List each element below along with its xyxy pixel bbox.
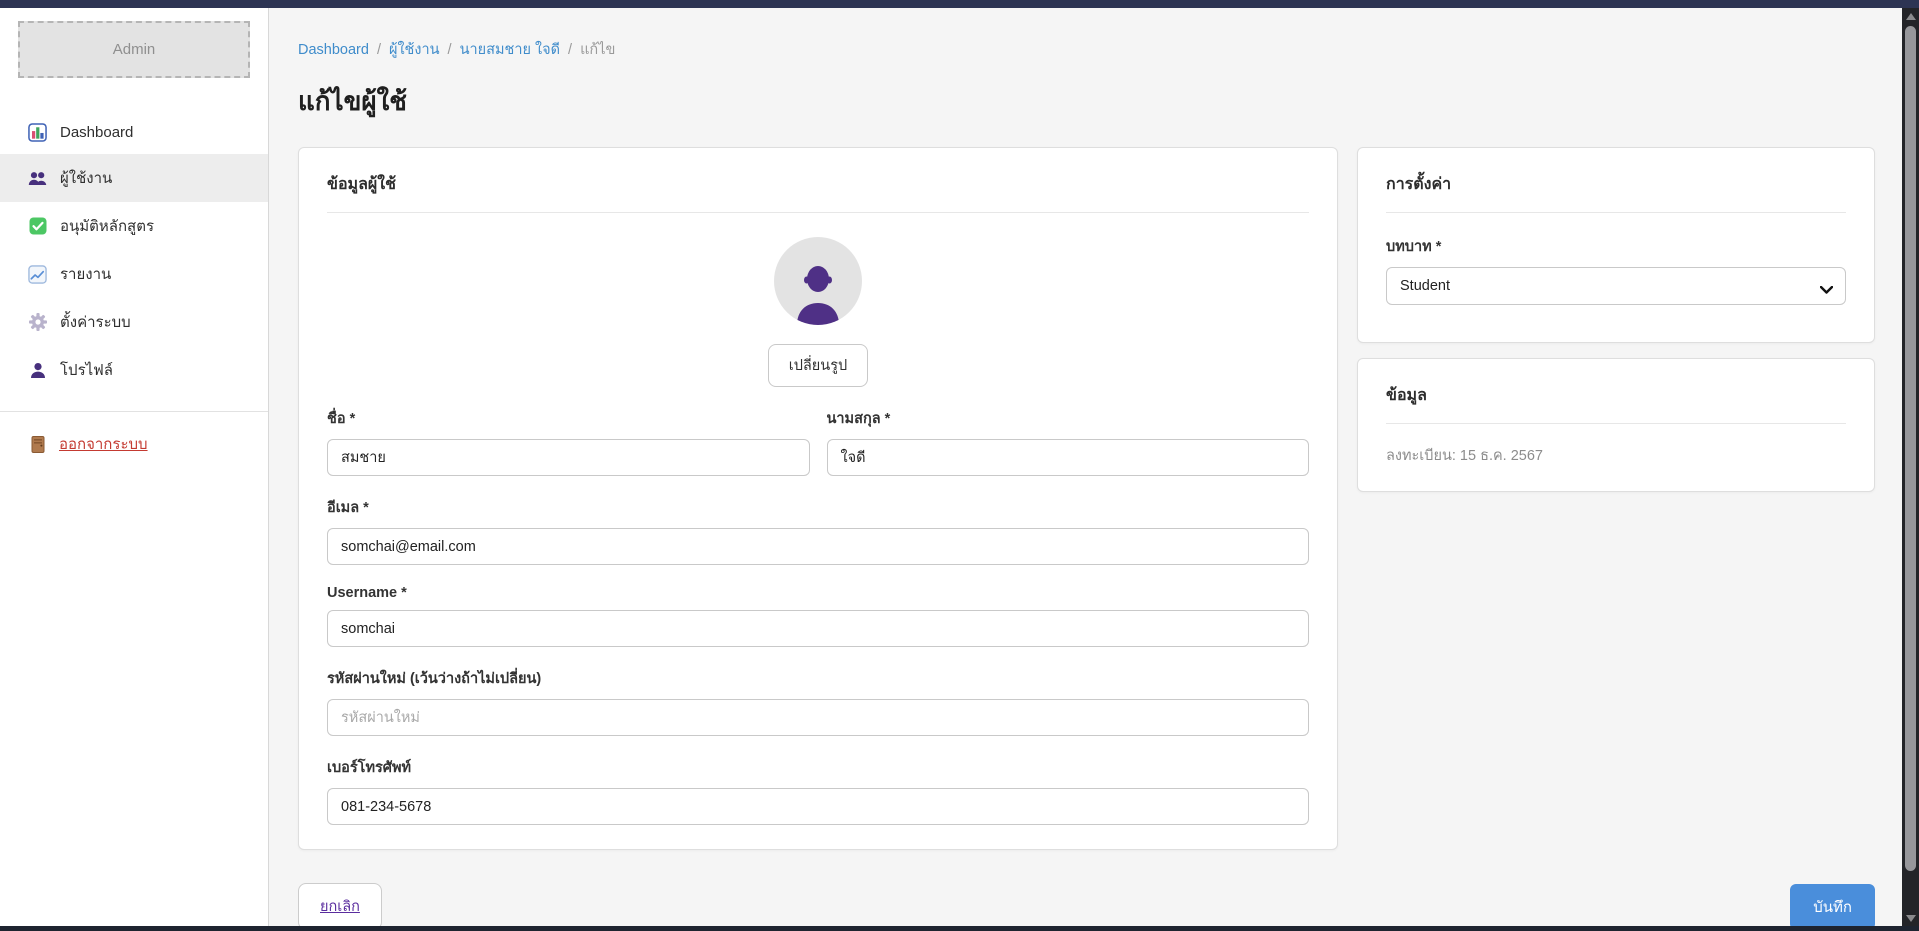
window-top-bar bbox=[0, 0, 1919, 8]
email-field-group: อีเมล * bbox=[327, 496, 1309, 565]
check-icon bbox=[28, 217, 47, 236]
person-icon bbox=[28, 361, 47, 380]
content-grid: ข้อมูลผู้ใช้ เปลี่ยนรูป bbox=[298, 147, 1875, 850]
sidebar-item-label: Dashboard bbox=[60, 124, 133, 141]
page-title: แก้ไขผู้ใช้ bbox=[298, 81, 1875, 122]
email-input[interactable] bbox=[327, 528, 1309, 565]
last-name-field-group: นามสกุล * bbox=[827, 387, 1310, 476]
vertical-scrollbar[interactable] bbox=[1902, 8, 1919, 926]
person-silhouette-icon bbox=[795, 263, 841, 325]
avatar bbox=[774, 237, 862, 325]
role-field-group: บทบาท * Student bbox=[1386, 235, 1846, 305]
change-photo-button[interactable]: เปลี่ยนรูป bbox=[768, 344, 868, 387]
email-label: อีเมล * bbox=[327, 496, 1309, 519]
side-column: การตั้งค่า บทบาท * Student bbox=[1357, 147, 1875, 492]
settings-card-title: การตั้งค่า bbox=[1386, 172, 1846, 197]
brand-placeholder: Admin bbox=[18, 21, 250, 78]
users-icon bbox=[28, 169, 47, 188]
first-name-field-group: ชื่อ * bbox=[327, 387, 810, 476]
username-input[interactable] bbox=[327, 610, 1309, 647]
new-password-label: รหัสผ่านใหม่ (เว้นว่างถ้าไม่เปลี่ยน) bbox=[327, 667, 1309, 690]
breadcrumb: Dashboard / ผู้ใช้งาน / นายสมชาย ใจดี / … bbox=[298, 38, 1875, 61]
sidebar-divider bbox=[0, 411, 268, 412]
first-name-label: ชื่อ * bbox=[327, 407, 810, 430]
logout-link[interactable]: ออกจากระบบ bbox=[0, 432, 268, 456]
last-name-input[interactable] bbox=[827, 439, 1310, 476]
sidebar-item-system-settings[interactable]: ตั้งค่าระบบ bbox=[0, 298, 268, 346]
new-password-input[interactable] bbox=[327, 699, 1309, 736]
name-row: ชื่อ * นามสกุล * bbox=[327, 387, 1309, 476]
user-info-card-title: ข้อมูลผู้ใช้ bbox=[327, 172, 1309, 197]
role-select-wrap: Student bbox=[1386, 267, 1846, 305]
sidebar-item-label: ผู้ใช้งาน bbox=[60, 166, 112, 190]
first-name-input[interactable] bbox=[327, 439, 810, 476]
breadcrumb-current: แก้ไข bbox=[580, 38, 615, 61]
save-button[interactable]: บันทึก bbox=[1790, 884, 1875, 930]
breadcrumb-user-name[interactable]: นายสมชาย ใจดี bbox=[460, 38, 560, 61]
sidebar: Admin Dashboard ผู้ใช้งาน อนุมัติหลักสูต… bbox=[0, 8, 269, 931]
gear-icon bbox=[28, 313, 47, 332]
sidebar-item-label: โปรไฟล์ bbox=[60, 358, 113, 382]
sidebar-item-profile[interactable]: โปรไฟล์ bbox=[0, 346, 268, 394]
role-label: บทบาท * bbox=[1386, 235, 1846, 258]
window-bottom-bar bbox=[0, 926, 1919, 931]
username-label: Username * bbox=[327, 585, 1309, 601]
scrollbar-up-arrow-icon[interactable] bbox=[1902, 8, 1919, 24]
main-content: Dashboard / ผู้ใช้งาน / นายสมชาย ใจดี / … bbox=[269, 8, 1903, 931]
username-field-group: Username * bbox=[327, 585, 1309, 647]
line-chart-icon bbox=[28, 265, 47, 284]
sidebar-item-approve-courses[interactable]: อนุมัติหลักสูตร bbox=[0, 202, 268, 250]
card-title-divider bbox=[327, 212, 1309, 213]
avatar-block: เปลี่ยนรูป bbox=[327, 237, 1309, 387]
breadcrumb-separator: / bbox=[448, 42, 452, 58]
card-title-divider bbox=[1386, 212, 1846, 213]
scrollbar-down-arrow-icon[interactable] bbox=[1902, 910, 1919, 926]
info-card: ข้อมูล ลงทะเบียน: 15 ธ.ค. 2567 bbox=[1357, 358, 1875, 492]
door-icon bbox=[28, 435, 47, 454]
breadcrumb-separator: / bbox=[568, 42, 572, 58]
bar-chart-icon bbox=[28, 123, 47, 142]
sidebar-item-users[interactable]: ผู้ใช้งาน bbox=[0, 154, 268, 202]
phone-label: เบอร์โทรศัพท์ bbox=[327, 756, 1309, 779]
sidebar-item-label: รายงาน bbox=[60, 262, 111, 286]
role-select[interactable]: Student bbox=[1386, 267, 1846, 305]
phone-field-group: เบอร์โทรศัพท์ bbox=[327, 756, 1309, 825]
breadcrumb-users[interactable]: ผู้ใช้งาน bbox=[389, 38, 440, 61]
app-container: Admin Dashboard ผู้ใช้งาน อนุมัติหลักสูต… bbox=[0, 0, 1902, 931]
sidebar-item-label: ตั้งค่าระบบ bbox=[60, 310, 131, 334]
brand-label: Admin bbox=[113, 41, 156, 58]
sidebar-item-reports[interactable]: รายงาน bbox=[0, 250, 268, 298]
user-info-card: ข้อมูลผู้ใช้ เปลี่ยนรูป bbox=[298, 147, 1338, 850]
sidebar-nav: Dashboard ผู้ใช้งาน อนุมัติหลักสูตร รายง… bbox=[0, 111, 268, 394]
sidebar-item-label: อนุมัติหลักสูตร bbox=[60, 214, 154, 238]
card-title-divider bbox=[1386, 423, 1846, 424]
new-password-field-group: รหัสผ่านใหม่ (เว้นว่างถ้าไม่เปลี่ยน) bbox=[327, 667, 1309, 736]
cancel-button[interactable]: ยกเลิก bbox=[298, 883, 382, 930]
breadcrumb-separator: / bbox=[377, 42, 381, 58]
phone-input[interactable] bbox=[327, 788, 1309, 825]
logout-label: ออกจากระบบ bbox=[59, 432, 148, 456]
last-name-label: นามสกุล * bbox=[827, 407, 1310, 430]
sidebar-item-dashboard[interactable]: Dashboard bbox=[0, 111, 268, 154]
breadcrumb-dashboard[interactable]: Dashboard bbox=[298, 42, 369, 58]
settings-card: การตั้งค่า บทบาท * Student bbox=[1357, 147, 1875, 343]
registered-date-text: ลงทะเบียน: 15 ธ.ค. 2567 bbox=[1386, 444, 1846, 467]
scrollbar-thumb[interactable] bbox=[1905, 26, 1916, 871]
info-card-title: ข้อมูล bbox=[1386, 383, 1846, 408]
form-actions: ยกเลิก บันทึก bbox=[298, 883, 1875, 930]
